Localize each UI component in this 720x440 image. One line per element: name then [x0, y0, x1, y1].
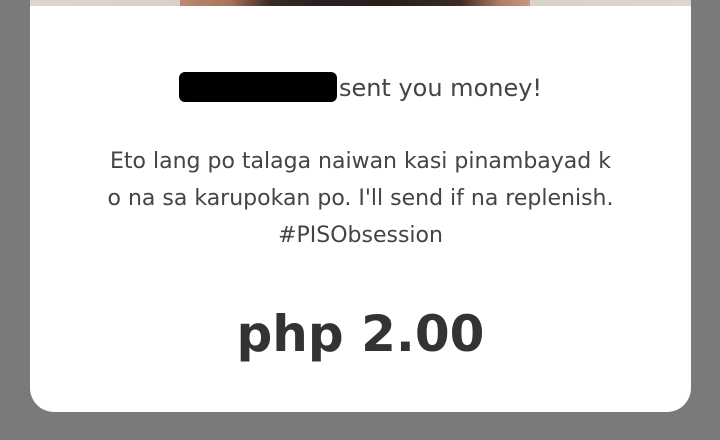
sender-line: sent you money!	[30, 70, 691, 106]
message-line: Eto lang po talaga naiwan kasi pinambaya…	[110, 149, 611, 174]
sender-name-redacted	[178, 72, 337, 102]
money-received-card: sent you money! Eto lang po talaga naiwa…	[30, 0, 691, 412]
amount-value: php 2.00	[236, 305, 485, 363]
message-line: o na sa karupokan po. I'll send if na re…	[107, 186, 614, 211]
sender-photo	[30, 0, 691, 6]
sent-you-money-text: sent you money!	[338, 74, 543, 102]
message-hashtag: #PISObsession	[278, 223, 443, 248]
message-text: Eto lang po talaga naiwan kasi pinambaya…	[70, 143, 651, 254]
